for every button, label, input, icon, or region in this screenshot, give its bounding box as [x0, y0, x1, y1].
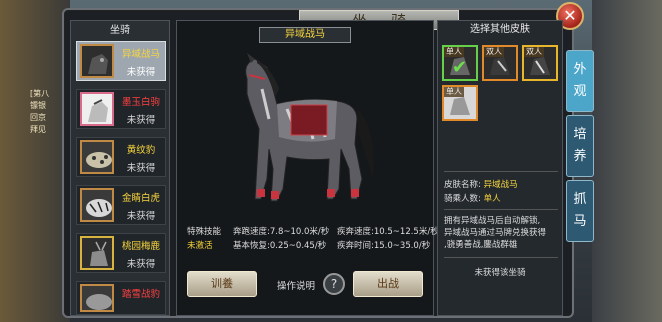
rider-count-value: 单人: [483, 194, 501, 204]
skin-description-line: 拥有异域战马后自动解锁,: [444, 216, 541, 226]
mount-acquire-status: 未获得该坐骑: [474, 268, 526, 278]
special-skill-value[interactable]: 未激活: [187, 240, 213, 253]
skin-tag: 单人: [444, 47, 464, 57]
mount-list-panel: 坐骑 异域战马 未获得 墨玉白驹 未获得 黄纹豹 未获得 金睛白虎 未获得 桃园…: [70, 20, 170, 316]
quest-text-line: 镖银: [30, 101, 46, 110]
background-left-scene: [第八 镖银 回京 拜见: [0, 0, 70, 322]
skin-panel: 选择其他皮肤 单人 ✔ 双人 双人 单人 皮肤名称: 异域战马 骑乘人数: 单人…: [437, 20, 563, 316]
mount-list-header: 坐骑: [110, 25, 130, 36]
skin-name-row: 皮肤名称: 异域战马: [444, 179, 518, 191]
special-skill-label: 特殊技能: [187, 227, 222, 237]
tab-appearance[interactable]: 外观: [566, 50, 594, 112]
mount-item-white-horse[interactable]: 墨玉白驹 未获得: [76, 89, 166, 129]
quest-text-line: 回京: [30, 113, 46, 122]
skin-slot[interactable]: 单人: [442, 85, 478, 121]
skin-description-line: 异域战马通过马牌兑换获得: [444, 228, 547, 238]
skin-slot[interactable]: 双人: [482, 45, 518, 81]
mount-status: 未获得: [126, 115, 156, 126]
rider-count-label: 骑乘人数:: [444, 194, 481, 204]
mount-thumbnail: [80, 188, 114, 222]
train-button[interactable]: 训養: [187, 271, 257, 297]
sprint-speed: 疾奔速度:10.5~12.5米/秒: [337, 227, 439, 237]
side-tabs: 外观 培养 抓马: [566, 50, 594, 245]
mount-thumbnail: [80, 92, 114, 126]
mount-item-deer[interactable]: 桃园梅鹿 未获得: [76, 233, 166, 273]
skin-name-value: 异域战马: [483, 180, 518, 190]
deploy-button[interactable]: 出战: [353, 271, 423, 297]
skin-tag: 双人: [484, 47, 504, 57]
horse-name-title: 异域战马: [259, 27, 351, 43]
quest-text-line: [第八: [30, 89, 50, 98]
background-right-scene: [592, 0, 662, 322]
mount-thumbnail: [80, 284, 114, 312]
mount-status: 未获得: [126, 163, 156, 174]
tab-catch-horse[interactable]: 抓马: [566, 180, 594, 242]
mount-status: 未获得: [126, 259, 156, 270]
mount-name: 墨玉白驹: [121, 97, 160, 108]
divider: [444, 257, 558, 258]
divider: [444, 209, 558, 210]
checkmark-icon: ✔: [452, 57, 468, 78]
divider: [444, 171, 558, 172]
mount-name: 异域战马: [121, 49, 160, 60]
mount-thumbnail: [80, 44, 114, 78]
mount-name: 金睛白虎: [121, 193, 160, 204]
skin-tag: 双人: [524, 47, 544, 57]
mount-name: 桃园梅鹿: [121, 241, 160, 252]
horse-model[interactable]: [217, 49, 387, 209]
mount-item-snow-leopard[interactable]: 踏雪战豹: [76, 281, 166, 315]
quest-text-line: 拜见: [30, 125, 46, 134]
mount-thumbnail: [80, 236, 114, 270]
mount-name: 踏雪战豹: [121, 289, 160, 300]
mount-item-yiyu-horse[interactable]: 异域战马 未获得: [76, 41, 166, 81]
help-icon[interactable]: ?: [323, 273, 345, 295]
mount-item-white-tiger[interactable]: 金睛白虎 未获得: [76, 185, 166, 225]
mount-item-leopard[interactable]: 黄纹豹 未获得: [76, 137, 166, 177]
run-speed: 奔跑速度:7.8~10.0米/秒: [233, 227, 330, 237]
skin-tag: 单人: [444, 87, 464, 97]
skin-slot[interactable]: 单人 ✔: [442, 45, 478, 81]
mount-thumbnail: [80, 140, 114, 174]
mount-status: 未获得: [126, 67, 156, 78]
sprint-time: 疾奔时间:15.0~35.0/秒: [337, 241, 431, 251]
base-recovery: 基本恢复:0.25~0.45/秒: [233, 241, 327, 251]
background-quest-text: [第八 镖银 回京 拜见: [30, 88, 60, 136]
skin-panel-header: 选择其他皮肤: [470, 24, 530, 35]
mount-name: 黄纹豹: [126, 145, 156, 156]
skin-name-label: 皮肤名称:: [444, 180, 481, 190]
mount-status: 未获得: [126, 211, 156, 222]
skin-slot[interactable]: 双人: [522, 45, 558, 81]
operation-help-label: 操作说明: [277, 281, 316, 292]
rider-count-row: 骑乘人数: 单人: [444, 193, 501, 205]
tab-cultivate[interactable]: 培养: [566, 115, 594, 177]
skin-description-line: ,骁勇善战,鏖战群雄: [444, 240, 518, 250]
mount-preview-panel: 异域战马 特殊技能 未激活 奔跑速度:7.8~10.0米/秒 疾奔速度:10.5…: [176, 20, 439, 316]
